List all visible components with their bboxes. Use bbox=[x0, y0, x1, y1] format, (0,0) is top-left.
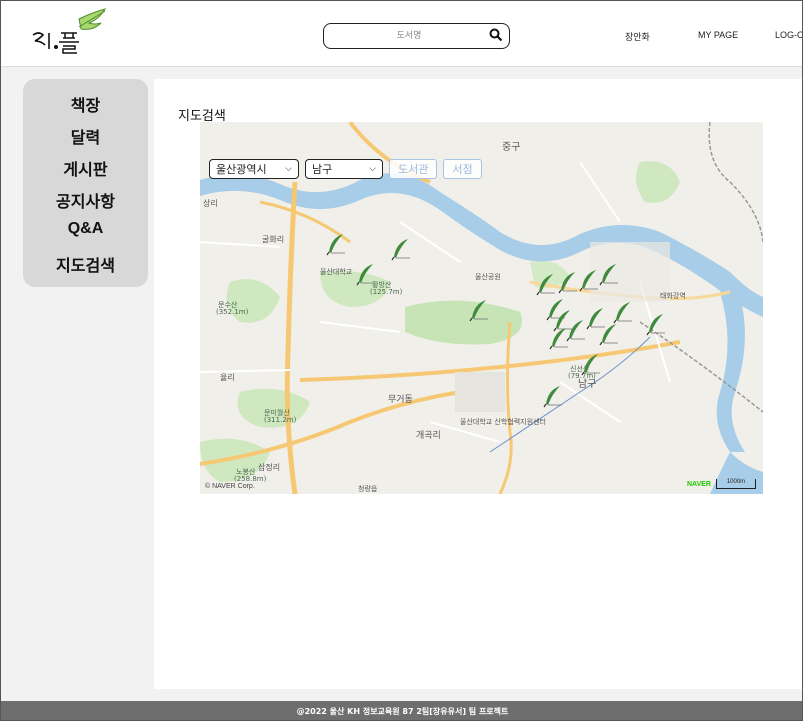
label-munmil-height: (311.2m) bbox=[264, 416, 297, 424]
map-scale: 1000m bbox=[716, 479, 756, 489]
bookstore-marker-icon[interactable] bbox=[535, 272, 557, 296]
map-view[interactable]: 중구 남구 굴화리 삼정리 율리 무거동 상리 개곡리 황방산 (125.7m)… bbox=[200, 122, 763, 494]
header: 장안화 MY PAGE LOG-OU bbox=[1, 1, 802, 67]
bookstore-marker-icon[interactable] bbox=[598, 322, 620, 346]
bookstore-marker-icon[interactable] bbox=[355, 262, 377, 286]
sidebar-item-qna[interactable]: Q&A bbox=[23, 220, 148, 238]
logout-link[interactable]: LOG-OU bbox=[775, 30, 802, 40]
bookstore-marker-icon[interactable] bbox=[325, 232, 347, 256]
search-icon[interactable] bbox=[489, 28, 503, 42]
label-park: 울산공원 bbox=[475, 273, 501, 281]
search-input[interactable] bbox=[334, 27, 484, 45]
label-cheongnyang: 청량읍 bbox=[358, 485, 378, 493]
logo[interactable] bbox=[29, 5, 119, 61]
district-select[interactable]: 남구 ⌵ bbox=[305, 159, 383, 179]
mypage-link[interactable]: MY PAGE bbox=[698, 30, 738, 40]
sidebar-item-notice[interactable]: 공지사항 bbox=[23, 188, 148, 212]
label-mugeo: 무거동 bbox=[388, 395, 413, 405]
label-nanmeung-height: (258.8m) bbox=[234, 475, 267, 483]
label-station: 태화강역 bbox=[660, 292, 686, 300]
sidebar-item-calendar[interactable]: 달력 bbox=[23, 124, 148, 148]
city-select-value: 울산광역시 bbox=[216, 163, 267, 176]
label-ulsan-univ-center: 울산대학교 산학협력지원센터 bbox=[460, 418, 546, 426]
label-samjeong: 삼정리 bbox=[258, 463, 281, 472]
label-gulhwa: 굴화리 bbox=[262, 235, 285, 244]
bookstore-marker-icon[interactable] bbox=[548, 326, 570, 350]
library-button[interactable]: 도서관 bbox=[389, 159, 438, 179]
label-yulli: 율리 bbox=[220, 373, 235, 382]
label-sangri: 상리 bbox=[203, 199, 218, 208]
label-junggu: 중구 bbox=[502, 142, 521, 153]
bookstore-marker-icon[interactable] bbox=[612, 300, 634, 324]
bookstore-marker-icon[interactable] bbox=[557, 270, 579, 294]
chevron-down-icon: ⌵ bbox=[285, 164, 292, 174]
district-select-value: 남구 bbox=[312, 163, 333, 176]
bookstore-marker-icon[interactable] bbox=[468, 298, 490, 322]
sidebar-item-board[interactable]: 게시판 bbox=[23, 156, 148, 180]
label-munsu-height: (352.1m) bbox=[216, 308, 249, 316]
app-frame: 장안화 MY PAGE LOG-OU 책장 달력 게시판 공지사항 Q&A 지도… bbox=[0, 0, 803, 721]
bookstore-marker-icon[interactable] bbox=[598, 262, 620, 286]
bookstore-marker-icon[interactable] bbox=[542, 384, 564, 408]
chevron-down-icon: ⌵ bbox=[369, 164, 376, 174]
map-copyright: © NAVER Corp. bbox=[205, 483, 255, 490]
bookstore-marker-icon[interactable] bbox=[580, 352, 602, 376]
label-gaegok: 개곡리 bbox=[416, 431, 441, 441]
bookstore-marker-icon[interactable] bbox=[578, 268, 600, 292]
map-filter-controls: 울산광역시 ⌵ 남구 ⌵ 도서관 서점 bbox=[209, 159, 482, 179]
search-box bbox=[323, 23, 510, 49]
bookstore-marker-icon[interactable] bbox=[390, 237, 412, 261]
logo-icon bbox=[32, 8, 107, 54]
bookstore-button[interactable]: 서점 bbox=[443, 159, 482, 179]
main-content: 지도검색 중구 남구 굴화리 삼정리 율리 무거동 상리 개곡리 황방산 (12… bbox=[154, 79, 802, 689]
sidebar-item-bookshelf[interactable]: 책장 bbox=[23, 92, 148, 116]
user-name-link[interactable]: 장안화 bbox=[625, 30, 650, 43]
sidebar: 책장 달력 게시판 공지사항 Q&A 지도검색 bbox=[23, 79, 148, 287]
naver-logo: NAVER bbox=[687, 481, 711, 488]
city-select[interactable]: 울산광역시 ⌵ bbox=[209, 159, 299, 179]
footer-text: @2022 울산 KH 정보교육원 87 2팀[장유유서] 팀 프로젝트 bbox=[296, 707, 509, 716]
bookstore-marker-icon[interactable] bbox=[645, 312, 667, 336]
label-hwangbang-height: (125.7m) bbox=[370, 288, 403, 296]
footer: @2022 울산 KH 정보교육원 87 2팀[장유유서] 팀 프로젝트 bbox=[1, 701, 802, 720]
sidebar-item-map-search[interactable]: 지도검색 bbox=[23, 252, 148, 276]
label-ulsan-univ: 울산대학교 bbox=[320, 268, 353, 276]
